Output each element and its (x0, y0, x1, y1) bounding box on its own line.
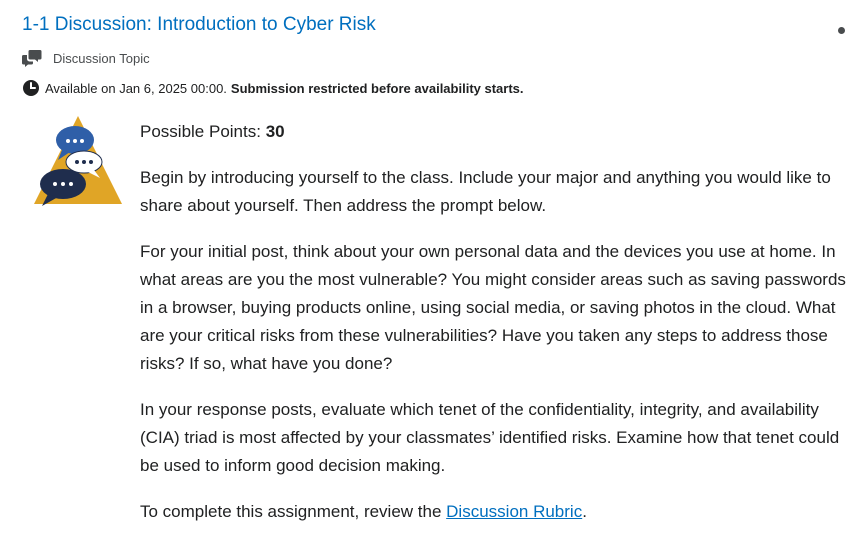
response-posts-paragraph: In your response posts, evaluate which t… (140, 400, 840, 475)
more-actions-menu-button[interactable] (836, 25, 846, 35)
dot-menu-icon (837, 26, 845, 34)
topic-type-label: Discussion Topic (53, 50, 150, 66)
closing-suffix: . (582, 502, 587, 521)
submission-restriction-note: Submission restricted before availabilit… (230, 80, 524, 96)
closing-prefix: To complete this assignment, review the (140, 502, 447, 521)
possible-points: Possible Points: 30 (140, 118, 860, 146)
closing-paragraph: To complete this assignment, review the … (140, 498, 860, 526)
intro-paragraph: Begin by introducing yourself to the cla… (140, 168, 831, 215)
clock-icon (22, 78, 42, 98)
discussion-description: Possible Points: 30 Begin by introducing… (140, 118, 860, 526)
availability-date: Available on Jan 6, 2025 00:00. (45, 80, 227, 96)
points-label: Possible Points: (140, 122, 261, 141)
topic-type-row: Discussion Topic (22, 48, 150, 68)
discussion-title-link[interactable]: 1-1 Discussion: Introduction to Cyber Ri… (22, 14, 376, 36)
initial-post-paragraph: For your initial post, think about your … (140, 242, 846, 373)
points-value: 30 (265, 122, 285, 141)
discussion-rubric-link[interactable]: Discussion Rubric (446, 502, 582, 521)
discussion-icon (22, 48, 42, 68)
discussion-bubbles-illustration (32, 114, 124, 210)
availability-row: Available on Jan 6, 2025 00:00. Submissi… (22, 78, 524, 98)
